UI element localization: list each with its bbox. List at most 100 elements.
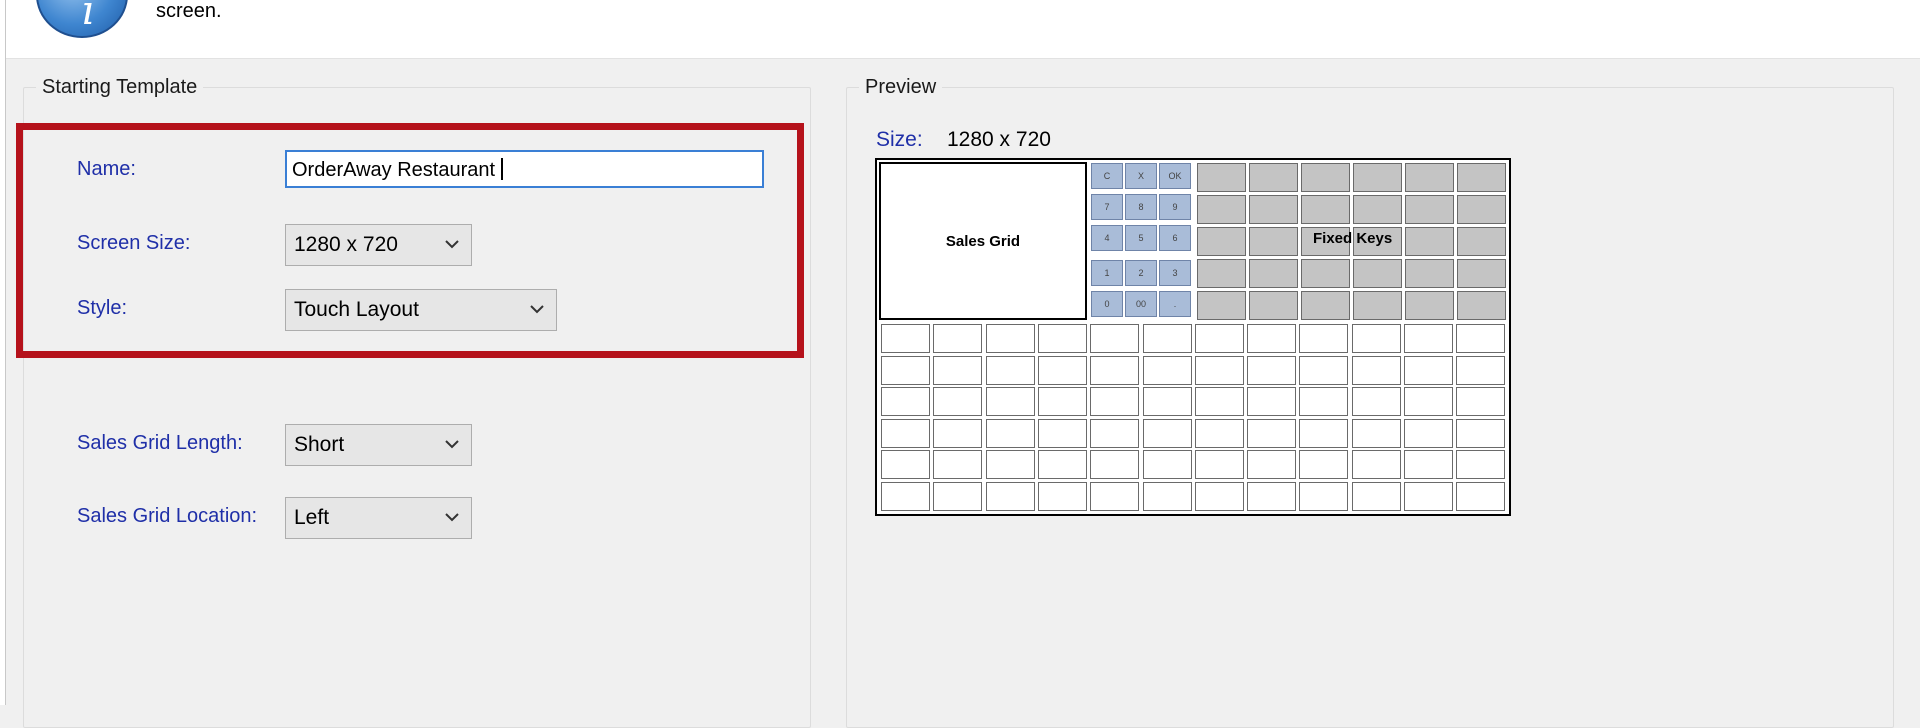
preview-grid-key (1142, 418, 1192, 448)
preview-grid-key (933, 387, 983, 416)
preview-grid-key (1090, 450, 1140, 479)
preview-grid-key (985, 450, 1035, 479)
sales-grid-length-value: Short (294, 433, 345, 456)
preview-keypad-key: 1 (1091, 260, 1123, 286)
screen-size-dropdown[interactable]: 1280 x 720 (285, 224, 472, 266)
preview-keypad-key: X (1125, 163, 1157, 189)
preview-grid-key (1247, 418, 1297, 448)
preview-fixed-key (1301, 195, 1350, 224)
preview-fixed-key (1197, 291, 1246, 320)
preview-grid-key (1090, 387, 1140, 416)
preview-grid-key (1404, 324, 1453, 353)
preview-grid-key (1351, 355, 1401, 385)
preview-grid-key (881, 418, 930, 448)
preview-keypad-key: 9 (1159, 194, 1191, 220)
preview-grid-key (881, 387, 930, 416)
preview-fixed-key (1197, 259, 1246, 288)
preview-fixed-key (1457, 259, 1506, 288)
preview-fixed-key (1353, 163, 1402, 192)
preview-grid-key (1142, 481, 1192, 511)
preview-grid-key (881, 324, 930, 353)
preview-keypad-key: OK (1159, 163, 1191, 189)
preview-grid-key (1090, 481, 1140, 511)
window-left-edge (0, 0, 6, 705)
preview-grid-key (1351, 387, 1401, 416)
preview-keypad-key: 8 (1125, 194, 1157, 220)
preview-keypad-key: 2 (1125, 260, 1157, 286)
preview-grid-key (881, 355, 930, 385)
preview-fixed-key (1197, 227, 1246, 256)
preview-legend: Preview (865, 76, 937, 98)
preview-size-value: 1280 x 720 (947, 128, 1051, 151)
preview-grid-key (1404, 355, 1453, 385)
preview-keypad-key: 5 (1125, 225, 1157, 251)
preview-grid-key (1194, 387, 1244, 416)
preview-grid-key (1194, 355, 1244, 385)
preview-grid-key (1194, 481, 1244, 511)
preview-grid-key (1456, 481, 1506, 511)
chevron-down-icon (445, 240, 459, 249)
preview-grid-key (1142, 450, 1192, 479)
preview-grid-key (1142, 355, 1192, 385)
layout-preview: Sales Grid C X OK 7 8 9 4 5 6 1 2 3 0 00. Fixed Keys (875, 158, 1511, 516)
preview-grid-key (881, 450, 930, 479)
preview-fixed-key (1353, 195, 1402, 224)
sales-grid-length-dropdown[interactable]: Short (285, 424, 472, 466)
preview-grid-key (933, 450, 983, 479)
info-icon: i (36, 0, 128, 38)
preview-grid-key (1456, 324, 1506, 353)
preview-grid-key (1351, 481, 1401, 511)
preview-fixed-key (1197, 163, 1246, 192)
preview-keypad-key: 7 (1091, 194, 1123, 220)
preview-fixed-key (1249, 195, 1298, 224)
preview-grid-key (1404, 387, 1453, 416)
preview-fixed-key (1249, 291, 1298, 320)
preview-keypad-key: 6 (1159, 225, 1191, 251)
preview-grid-key (1404, 481, 1453, 511)
header-divider (6, 58, 1920, 59)
style-label: Style: (77, 297, 128, 319)
preview-grid-key (985, 418, 1035, 448)
preview-grid-key (1090, 355, 1140, 385)
preview-keypad-key: 0 (1091, 291, 1123, 317)
preview-grid-key (1037, 450, 1087, 479)
preview-fixed-key (1301, 259, 1350, 288)
preview-fixed-key (1249, 163, 1298, 192)
preview-grid-key (933, 355, 983, 385)
preview-grid-key (1247, 387, 1297, 416)
preview-size-label: Size: (876, 128, 923, 151)
preview-fixed-key (1353, 259, 1402, 288)
preview-grid-key (1299, 324, 1349, 353)
name-input[interactable]: OrderAway Restaurant (285, 150, 764, 188)
starting-template-legend: Starting Template (42, 76, 198, 98)
preview-keypad-key: 00 (1125, 291, 1157, 317)
preview-fixed-key (1249, 227, 1298, 256)
wizard-header: i screen. (6, 0, 1920, 58)
preview-fixed-key (1457, 163, 1506, 192)
sales-grid-location-dropdown[interactable]: Left (285, 497, 472, 539)
preview-grid-key (1090, 324, 1140, 353)
name-input-value: OrderAway Restaurant (292, 159, 496, 181)
sales-grid-length-label: Sales Grid Length: (77, 432, 243, 454)
style-dropdown[interactable]: Touch Layout (285, 289, 557, 331)
preview-grid-key (1299, 450, 1349, 479)
preview-grid-key (1037, 387, 1087, 416)
preview-grid-key (1247, 481, 1297, 511)
preview-fixed-key (1405, 291, 1454, 320)
preview-fixed-key (1457, 195, 1506, 224)
preview-fixed-key (1301, 291, 1350, 320)
preview-grid-key (1456, 387, 1506, 416)
preview-grid-key (1299, 481, 1349, 511)
preview-grid-key (1351, 418, 1401, 448)
preview-fixed-key (1197, 195, 1246, 224)
sales-grid-location-label: Sales Grid Location: (77, 505, 258, 527)
preview-button-grid (877, 324, 1509, 514)
preview-fixed-key (1405, 163, 1454, 192)
preview-fixed-key (1457, 291, 1506, 320)
header-description: screen. (156, 0, 222, 22)
preview-grid-key (881, 481, 930, 511)
preview-grid-key (985, 481, 1035, 511)
screen-size-value: 1280 x 720 (294, 233, 398, 256)
preview-grid-key (1247, 324, 1297, 353)
preview-grid-key (1142, 324, 1192, 353)
